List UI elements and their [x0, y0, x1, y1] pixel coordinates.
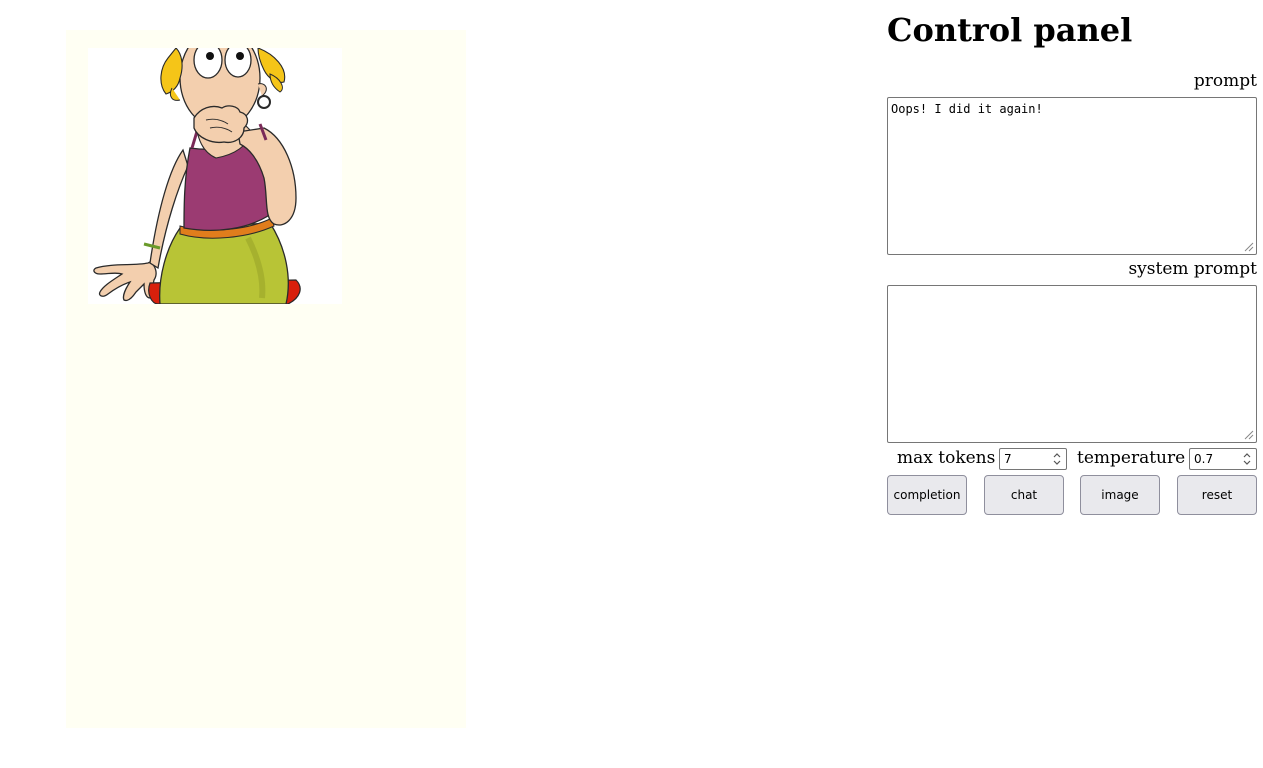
completion-button[interactable]: completion [887, 475, 967, 515]
prompt-label: prompt [1193, 71, 1257, 91]
prompt-textarea[interactable]: Oops! I did it again! [887, 97, 1257, 255]
system-prompt-textarea[interactable] [887, 285, 1257, 443]
temperature-label: temperature [1077, 448, 1186, 468]
spinner-icon[interactable] [1242, 451, 1252, 467]
reset-button[interactable]: reset [1177, 475, 1257, 515]
action-buttons: completion chat image reset [887, 475, 1257, 515]
output-panel [66, 30, 466, 728]
system-prompt-label: system prompt [1128, 259, 1257, 279]
temperature-value: 0.7 [1194, 452, 1214, 466]
resize-grip-icon[interactable] [1244, 430, 1254, 440]
max-tokens-input[interactable]: 7 [999, 448, 1067, 470]
resize-grip-icon[interactable] [1244, 242, 1254, 252]
chat-button[interactable]: chat [984, 475, 1064, 515]
generated-image [88, 48, 342, 304]
prompt-text: Oops! I did it again! [891, 102, 1043, 116]
temperature-input[interactable]: 0.7 [1189, 448, 1257, 470]
parameters-row: max tokens 7 temperature 0.7 [887, 447, 1257, 471]
panel-title: Control panel [887, 11, 1133, 49]
image-button[interactable]: image [1080, 475, 1160, 515]
max-tokens-label: max tokens [897, 448, 996, 468]
max-tokens-value: 7 [1004, 452, 1012, 466]
spinner-icon[interactable] [1052, 451, 1062, 467]
cartoon-woman-illustration [93, 48, 301, 304]
